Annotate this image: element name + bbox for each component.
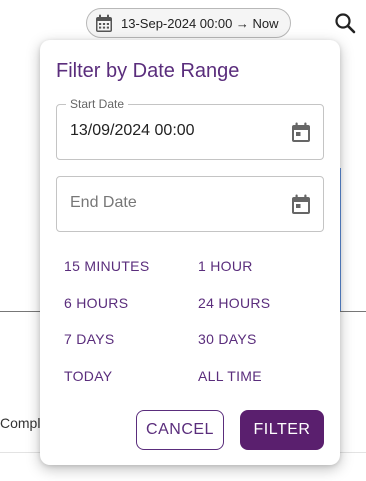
start-date-label: Start Date — [66, 97, 129, 111]
popover-title: Filter by Date Range — [56, 60, 240, 82]
filter-button[interactable]: FILTER — [240, 410, 324, 450]
end-date-field[interactable]: End Date — [56, 176, 324, 232]
date-range-chip-label: 13-Sep-2024 00:00 → Now — [121, 15, 279, 31]
background-accent-line — [340, 168, 341, 311]
preset-1-hour[interactable]: 1 HOUR — [198, 257, 324, 294]
start-date-calendar-button[interactable] — [289, 120, 313, 144]
end-date-calendar-button[interactable] — [289, 192, 313, 216]
search-icon — [335, 13, 356, 34]
calendar-icon — [292, 122, 310, 142]
start-date-value[interactable]: 13/09/2024 00:00 — [70, 122, 195, 140]
background-partial-text: Compl — [0, 415, 40, 431]
preset-today[interactable]: TODAY — [64, 367, 198, 404]
preset-7-days[interactable]: 7 DAYS — [64, 330, 198, 367]
preset-6-hours[interactable]: 6 HOURS — [64, 294, 198, 331]
preset-all-time[interactable]: ALL TIME — [198, 367, 324, 404]
calendar-icon — [93, 12, 115, 34]
search-button[interactable] — [332, 10, 358, 36]
date-range-filter-popover: Filter by Date Range Start Date 13/09/20… — [40, 40, 340, 465]
page: Compl 13-Sep-2024 00:00 → Now Filter by … — [0, 0, 366, 481]
preset-range-list: 15 MINUTES 1 HOUR 6 HOURS 24 HOURS 7 DAY… — [64, 257, 324, 403]
date-range-chip[interactable]: 13-Sep-2024 00:00 → Now — [86, 8, 291, 38]
preset-15-minutes[interactable]: 15 MINUTES — [64, 257, 198, 294]
preset-24-hours[interactable]: 24 HOURS — [198, 294, 324, 331]
start-date-field[interactable]: Start Date 13/09/2024 00:00 — [56, 97, 324, 160]
calendar-icon — [292, 194, 310, 214]
cancel-button[interactable]: CANCEL — [136, 410, 224, 450]
preset-30-days[interactable]: 30 DAYS — [198, 330, 324, 367]
end-date-placeholder[interactable]: End Date — [70, 194, 137, 212]
